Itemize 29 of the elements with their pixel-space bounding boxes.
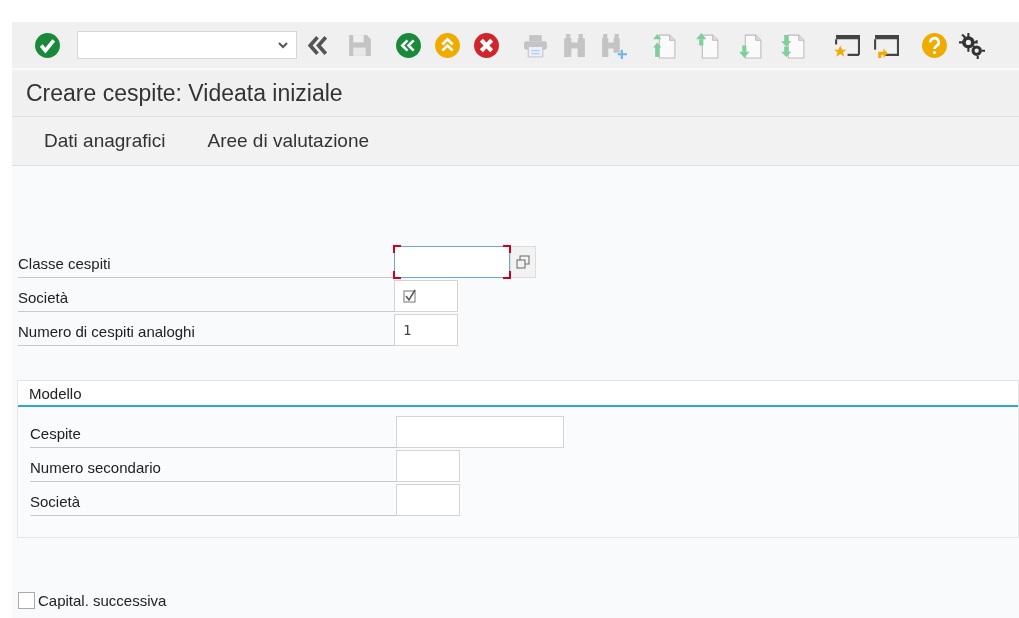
field-label: Numero di cespiti analoghi	[18, 314, 394, 346]
field-label: Cespite	[30, 416, 396, 448]
input-field[interactable]	[396, 484, 460, 516]
input-field[interactable]	[396, 416, 564, 448]
settings-icon[interactable]	[958, 31, 985, 59]
field-label: Numero secondario	[30, 450, 396, 482]
field-label: Società	[30, 484, 396, 516]
menu-button[interactable]: Aree di valutazione	[203, 124, 374, 158]
group-title: Modello	[29, 384, 82, 402]
input-field[interactable]	[396, 450, 460, 482]
dropdown-icon[interactable]	[278, 41, 288, 49]
checkbox-label: Capital. successiva	[38, 592, 167, 609]
enter-icon[interactable]	[34, 31, 61, 59]
input-field[interactable]	[394, 280, 458, 312]
checkbox[interactable]	[18, 592, 35, 609]
back-icon[interactable]	[395, 31, 422, 59]
help-icon[interactable]	[921, 31, 948, 59]
field-label: Società	[18, 280, 394, 312]
copy-icon	[516, 255, 530, 269]
field-label: Classe cespiti	[18, 246, 394, 278]
required-entry-icon	[403, 289, 417, 303]
input-field[interactable]	[394, 246, 510, 278]
menu-button[interactable]: Dati anagrafici	[40, 124, 170, 158]
input-field[interactable]: 1	[394, 314, 458, 346]
value-help-button[interactable]	[510, 246, 536, 278]
cancel-icon[interactable]	[473, 31, 500, 59]
command-field[interactable]	[77, 31, 297, 59]
exit-icon[interactable]	[434, 31, 461, 59]
window-title: Creare cespite: Videata iniziale	[26, 79, 343, 107]
